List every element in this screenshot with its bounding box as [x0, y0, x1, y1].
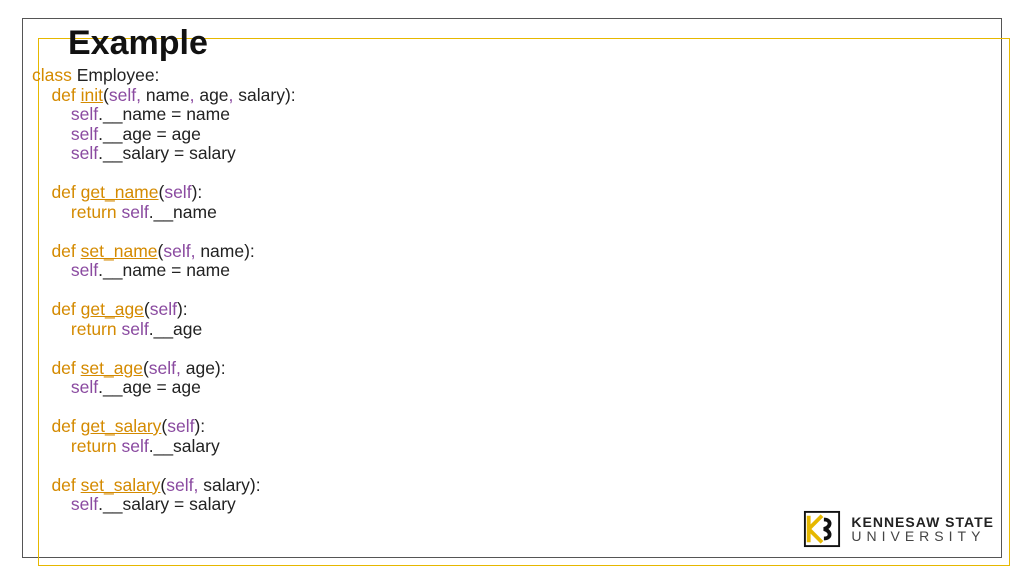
paren-close: ):	[192, 182, 203, 202]
code-block: class Employee: def init(self, name, age…	[32, 66, 296, 515]
self-kw: self	[122, 436, 149, 456]
keyword-return: return	[71, 319, 117, 339]
logo-line2: UNIVERSITY	[851, 529, 994, 543]
logo-text: KENNESAW STATE UNIVERSITY	[851, 515, 994, 543]
stmt: .__salary = salary	[98, 494, 236, 514]
self-kw: self	[109, 85, 136, 105]
param: age):	[181, 358, 226, 378]
stmt: .__name = name	[98, 260, 230, 280]
stmt: .__name	[149, 202, 217, 222]
slide-title: Example	[68, 24, 208, 63]
keyword-def: def	[51, 182, 75, 202]
self-kw: self	[167, 416, 194, 436]
param: age	[194, 85, 228, 105]
self-kw: self	[164, 182, 191, 202]
keyword-def: def	[51, 358, 75, 378]
self-kw: self	[122, 202, 149, 222]
stmt: .__age = age	[98, 124, 201, 144]
keyword-class: class	[32, 65, 72, 85]
self-kw: self	[163, 241, 190, 261]
fn-get-name: get_name	[81, 182, 159, 202]
fn-get-age: get_age	[81, 299, 144, 319]
stmt: .__salary = salary	[98, 143, 236, 163]
ks-monogram-icon	[803, 510, 841, 548]
self-kw: self	[71, 143, 98, 163]
slide: Example class Employee: def init(self, n…	[0, 0, 1024, 576]
param: name):	[195, 241, 254, 261]
fn-get-salary: get_salary	[81, 416, 162, 436]
stmt: .__salary	[149, 436, 220, 456]
keyword-def: def	[51, 416, 75, 436]
self-kw: self	[122, 319, 149, 339]
param: salary):	[198, 475, 260, 495]
paren-close: ):	[177, 299, 188, 319]
keyword-return: return	[71, 436, 117, 456]
keyword-def: def	[51, 299, 75, 319]
fn-set-salary: set_salary	[81, 475, 161, 495]
self-kw: self	[71, 124, 98, 144]
self-kw: self	[149, 358, 176, 378]
self-kw: self	[71, 494, 98, 514]
fn-init: init	[81, 85, 103, 105]
class-name: Employee:	[72, 65, 160, 85]
self-kw: self	[166, 475, 193, 495]
stmt: .__age = age	[98, 377, 201, 397]
keyword-def: def	[51, 85, 75, 105]
self-kw: self	[71, 260, 98, 280]
fn-set-age: set_age	[81, 358, 143, 378]
stmt: .__age	[149, 319, 203, 339]
keyword-def: def	[51, 241, 75, 261]
logo-line1: KENNESAW STATE	[851, 515, 994, 529]
fn-set-name: set_name	[81, 241, 158, 261]
self-kw: self	[71, 377, 98, 397]
keyword-return: return	[71, 202, 117, 222]
keyword-def: def	[51, 475, 75, 495]
self-kw: self	[71, 104, 98, 124]
university-logo: KENNESAW STATE UNIVERSITY	[803, 510, 994, 548]
self-kw: self	[150, 299, 177, 319]
paren-close: ):	[194, 416, 205, 436]
stmt: .__name = name	[98, 104, 230, 124]
param: salary):	[233, 85, 295, 105]
param: name	[141, 85, 190, 105]
